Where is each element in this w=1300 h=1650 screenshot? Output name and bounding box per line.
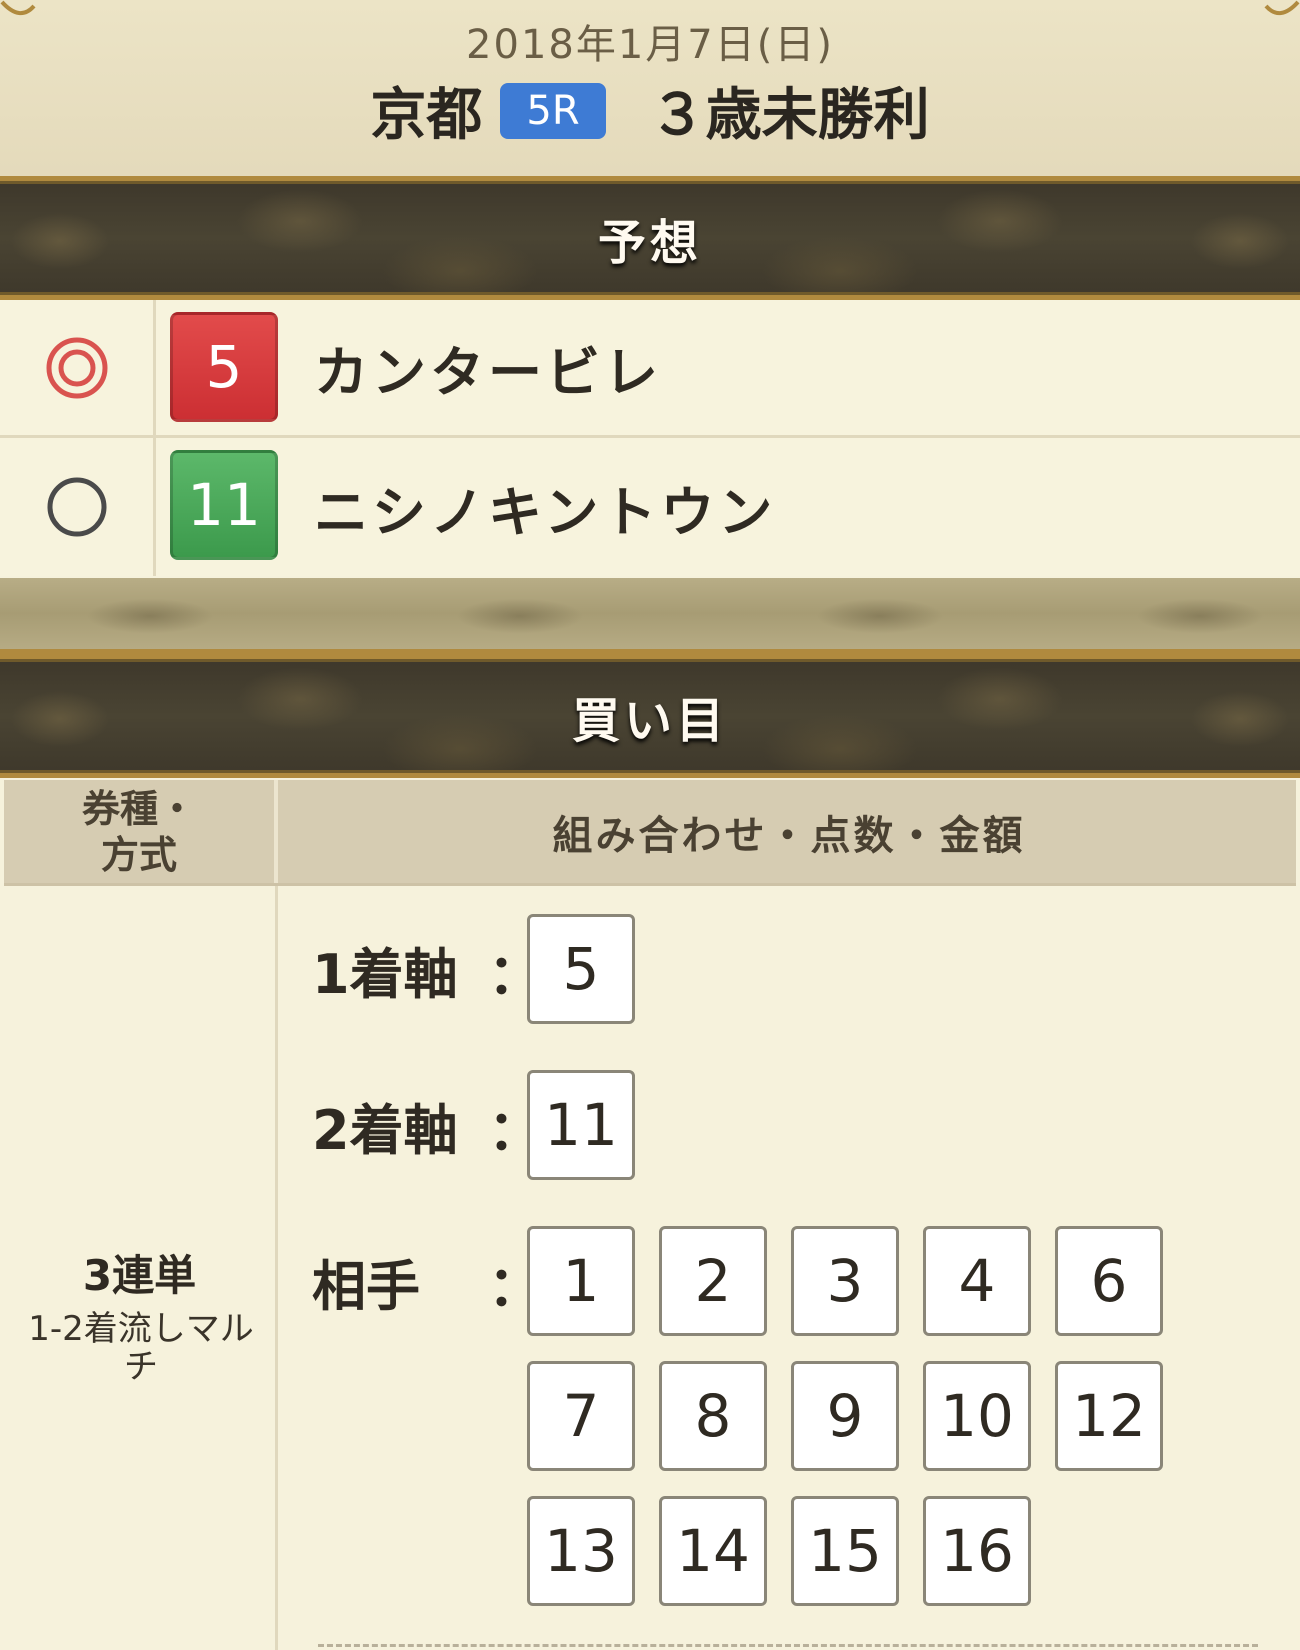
horse-name: カンタービレ: [314, 341, 662, 404]
race-title-line: 京都 5R ３歳未勝利: [0, 70, 1300, 151]
first-place-number: 5: [527, 914, 635, 1024]
bets-section-header: 買い目: [0, 654, 1300, 778]
first-place-label: 1着軸: [312, 943, 458, 1006]
double-circle-mark-icon: [46, 337, 107, 398]
partner-number: 10: [923, 1361, 1031, 1471]
partner-number: 2: [659, 1226, 767, 1336]
prediction-mark-cell: [0, 300, 156, 435]
partner-number: 14: [659, 1496, 767, 1606]
horse-name: ニシノキントウン: [314, 480, 777, 544]
bet-type-header-label: 券種・ 方式: [81, 786, 196, 877]
prediction-title: 予想: [597, 215, 702, 271]
partner-number: 1: [527, 1226, 635, 1336]
partner-number: 7: [527, 1361, 635, 1471]
combo-column-header: 組み合わせ・点数・金額: [552, 812, 1026, 859]
race-date: 2018年1月7日(日): [466, 22, 834, 68]
partner-label: 相手: [312, 1255, 420, 1318]
bet-type-column-header: 券種・ 方式: [4, 780, 278, 883]
second-place-number: 11: [527, 1070, 635, 1180]
partner-number: 12: [1055, 1361, 1163, 1471]
horse-number-badge: 5: [170, 312, 278, 422]
bets-title: 買い目: [571, 693, 728, 749]
race-name: ３歳未勝利: [649, 83, 930, 148]
partner-number: 15: [791, 1496, 899, 1606]
partner-number: 13: [527, 1496, 635, 1606]
prediction-row-honmei: 5 カンタービレ: [0, 300, 1300, 438]
race-header: 2018年1月7日(日) 京都 5R ３歳未勝利: [0, 0, 1300, 176]
bet-table-header: 券種・ 方式 組み合わせ・点数・金額: [4, 780, 1296, 886]
bet-type: 3連単: [82, 1251, 197, 1300]
partner-number: 3: [791, 1226, 899, 1336]
bet-method: 1-2着流しマルチ: [28, 1309, 254, 1387]
bet-type-cell: 3連単 1-2着流しマルチ: [4, 886, 278, 1650]
prediction-row-taikou: 11 ニシノキントウン: [0, 438, 1300, 576]
horse-number-badge: 11: [170, 450, 278, 560]
second-place-label: 2着軸: [312, 1099, 458, 1162]
partner-number: 8: [659, 1361, 767, 1471]
partner-number: 16: [923, 1496, 1031, 1606]
partner-number: 6: [1055, 1226, 1163, 1336]
circle-mark-icon: [47, 477, 106, 537]
partner-number: 9: [791, 1361, 899, 1471]
prediction-section-header: 予想: [0, 176, 1300, 300]
prediction-mark-cell: [0, 438, 156, 576]
partner-number: 4: [923, 1226, 1031, 1336]
race-venue: 京都: [370, 83, 483, 148]
race-number-badge: 5R: [500, 82, 606, 139]
decorative-pattern-band: [0, 578, 1300, 654]
divider: [318, 1644, 1258, 1647]
